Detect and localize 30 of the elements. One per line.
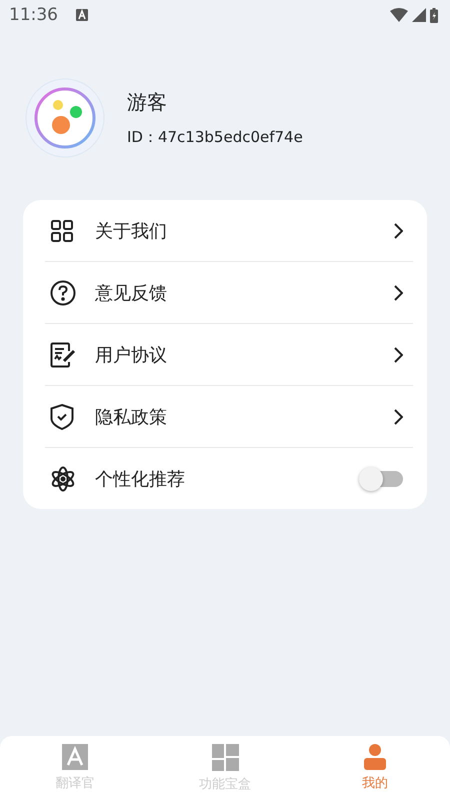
toggle-row[interactable]: 个性化推荐	[23, 448, 427, 509]
translate-icon	[62, 744, 88, 770]
notification-icon	[76, 9, 88, 21]
wifi-icon	[390, 8, 408, 22]
chevron-icon	[394, 284, 403, 300]
status-time: 11:36	[9, 5, 58, 25]
signal-icon	[412, 8, 426, 22]
chevron-icon	[394, 346, 403, 362]
chevron-icon	[394, 222, 403, 238]
battery-icon	[430, 8, 438, 22]
menu-label: 用户协议	[95, 344, 168, 366]
menu-label: 意见反馈	[95, 282, 168, 304]
avatar-icon	[25, 78, 105, 158]
menu-item[interactable]: 用户协议	[23, 324, 427, 385]
menu-label: 隐私政策	[95, 406, 168, 428]
menu-item[interactable]: 隐私政策	[23, 386, 427, 447]
menu-item[interactable]: 意见反馈	[23, 262, 427, 323]
menu-label: 关于我们	[95, 220, 168, 242]
user-id: ID：47c13b5edc0ef74e	[127, 128, 303, 147]
menu-item[interactable]: 关于我们	[23, 200, 427, 261]
document-icon	[50, 342, 76, 368]
tiles-icon	[212, 744, 238, 770]
grid-icon	[50, 218, 74, 242]
shield-icon	[50, 403, 74, 430]
help-icon	[50, 280, 76, 306]
person-icon	[364, 744, 386, 770]
user-name: 游客	[127, 89, 168, 116]
chevron-icon	[394, 408, 403, 424]
menu-label: 个性化推荐	[95, 468, 186, 490]
atom-icon	[50, 466, 76, 492]
